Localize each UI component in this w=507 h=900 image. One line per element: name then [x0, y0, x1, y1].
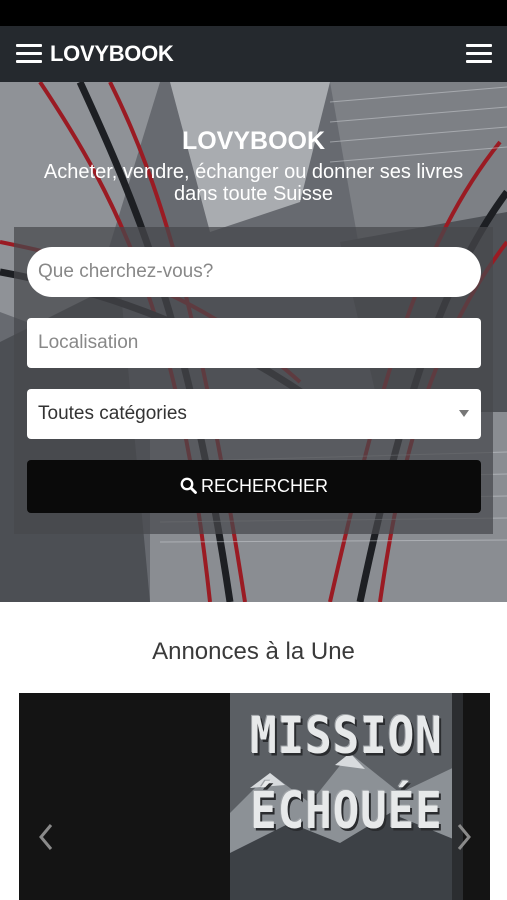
brand-logo[interactable]: LOVYBOOK [50, 41, 174, 67]
search-input[interactable]: Que cherchez-vous? [27, 247, 481, 297]
featured-carousel[interactable]: MISSION ÉCHOUÉE [19, 693, 490, 900]
hero-subtitle: Acheter, vendre, échanger ou donner ses … [43, 161, 464, 205]
options-hamburger-icon[interactable] [466, 44, 492, 64]
category-select[interactable]: Toutes catégories [27, 389, 481, 439]
chevron-right-icon[interactable] [456, 823, 472, 851]
hero-banner: LOVYBOOK Acheter, vendre, échanger ou do… [0, 82, 507, 602]
search-button[interactable]: RECHERCHER [27, 460, 481, 513]
cover-title-line2: ÉCHOUÉE [250, 782, 443, 841]
caret-down-icon [459, 410, 469, 417]
featured-section-title: Annonces à la Une [152, 638, 355, 665]
menu-hamburger-icon[interactable] [16, 44, 42, 64]
category-select-value: Toutes catégories [38, 403, 187, 424]
location-input[interactable]: Localisation [27, 318, 481, 368]
search-icon [180, 477, 197, 494]
chevron-left-icon[interactable] [38, 823, 54, 851]
navbar: LOVYBOOK [0, 26, 507, 82]
book-cover-image[interactable]: MISSION ÉCHOUÉE [230, 693, 463, 900]
hero-title: LOVYBOOK [181, 127, 326, 155]
status-bar [0, 0, 507, 26]
cover-title-line1: MISSION [250, 707, 443, 766]
search-panel: Que cherchez-vous? Localisation Toutes c… [14, 227, 493, 534]
search-button-label: RECHERCHER [200, 476, 328, 496]
